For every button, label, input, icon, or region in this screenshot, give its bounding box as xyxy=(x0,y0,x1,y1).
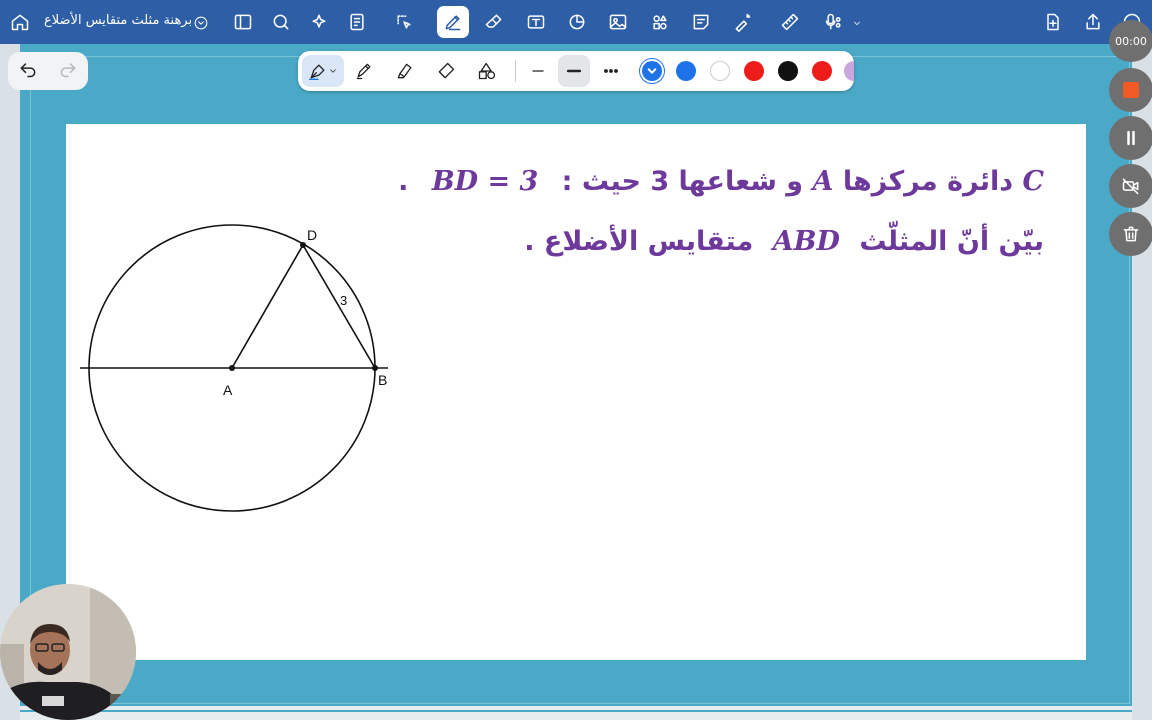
fountain-pen-icon[interactable] xyxy=(302,55,344,87)
pen-toolbar xyxy=(298,51,854,91)
sparkle-icon[interactable] xyxy=(307,10,331,34)
eraser-icon[interactable] xyxy=(482,10,506,34)
circle-name: C xyxy=(1022,166,1045,197)
triangle-name: ABD xyxy=(772,226,840,257)
color-swatch-selected[interactable] xyxy=(642,61,662,81)
problem-text: بيّن أنّ المثلّث xyxy=(859,226,1044,257)
center-name: A xyxy=(812,166,834,197)
given-equation: BD = 3 xyxy=(431,166,539,197)
highlighter-icon[interactable] xyxy=(389,55,421,87)
undo-redo-group xyxy=(8,52,88,90)
problem-text: متقايس الأضلاع . xyxy=(524,226,754,257)
webcam-overlay[interactable] xyxy=(0,584,136,720)
color-swatch-red[interactable] xyxy=(744,61,764,81)
pause-recording-button[interactable] xyxy=(1109,116,1152,160)
note-icon[interactable] xyxy=(345,10,369,34)
stroke-medium-icon[interactable] xyxy=(558,55,590,87)
undo-icon[interactable] xyxy=(18,59,38,83)
pause-icon xyxy=(1127,130,1135,146)
sidebar-icon[interactable] xyxy=(231,10,255,34)
eraser-tool-icon[interactable] xyxy=(430,55,462,87)
home-icon[interactable] xyxy=(8,10,32,34)
problem-text: دائرة مركزها xyxy=(842,166,1014,197)
color-swatch-purple[interactable] xyxy=(844,61,854,81)
color-swatch-red-2[interactable] xyxy=(812,61,832,81)
chevron-down-icon[interactable] xyxy=(194,15,208,30)
lasso-icon[interactable] xyxy=(392,10,416,34)
label-a: A xyxy=(223,382,233,398)
stop-recording-button[interactable] xyxy=(1109,68,1152,112)
segment-ad xyxy=(231,244,304,369)
top-app-bar: برهنة مثلث متقايس الأضلاع xyxy=(0,0,1152,44)
color-swatch-black[interactable] xyxy=(778,61,798,81)
search-icon[interactable] xyxy=(269,10,293,34)
label-bd-length: 3 xyxy=(340,293,347,308)
problem-line-1: C دائرة مركزها A و شعاعها 3 حيث : BD = 3… xyxy=(398,166,1044,197)
pen-tool-icon[interactable] xyxy=(437,6,469,38)
camera-toggle-button[interactable] xyxy=(1109,164,1152,208)
redo-icon[interactable] xyxy=(58,59,78,83)
problem-text: و شعاعها 3 حيث : xyxy=(561,166,804,197)
toolbar-divider xyxy=(515,60,516,82)
microphone-icon[interactable] xyxy=(822,10,846,34)
shapes-icon[interactable] xyxy=(565,10,589,34)
canvas-bottom-strip xyxy=(20,706,1132,720)
add-page-icon[interactable] xyxy=(1041,10,1065,34)
shape-recognition-icon[interactable] xyxy=(471,55,503,87)
chevron-down-icon[interactable] xyxy=(852,15,862,29)
video-off-icon xyxy=(1122,178,1139,195)
app-window: برهنة مثلث متقايس الأضلاع C دائرة مركزها… xyxy=(0,0,1152,720)
label-d: D xyxy=(307,227,317,243)
problem-line-2: بيّن أنّ المثلّث ABD متقايس الأضلاع . xyxy=(524,226,1044,257)
elements-icon[interactable] xyxy=(648,10,672,34)
canvas-bottom-line xyxy=(20,710,1132,712)
point-b-dot xyxy=(372,365,378,371)
delete-recording-button[interactable] xyxy=(1109,212,1152,256)
point-d-dot xyxy=(300,242,306,248)
ruler-icon[interactable] xyxy=(778,10,802,34)
textbox-icon[interactable] xyxy=(524,10,548,34)
sticky-note-icon[interactable] xyxy=(689,10,713,34)
geometry-figure: A B D 3 xyxy=(80,224,388,512)
document-title[interactable]: برهنة مثلث متقايس الأضلاع xyxy=(44,13,192,28)
stop-icon xyxy=(1123,82,1139,98)
segment-db xyxy=(302,244,376,369)
stroke-thin-icon[interactable] xyxy=(522,55,554,87)
point-a-dot xyxy=(229,365,235,371)
label-b: B xyxy=(378,372,387,388)
color-swatch-blue[interactable] xyxy=(676,61,696,81)
image-icon[interactable] xyxy=(606,10,630,34)
stroke-dotted-icon[interactable] xyxy=(595,55,627,87)
laser-pointer-icon[interactable] xyxy=(731,10,755,34)
recording-timer: 00:00 xyxy=(1109,20,1152,62)
trash-icon xyxy=(1123,226,1139,242)
presenter-video-image xyxy=(0,584,136,720)
color-swatch-white[interactable] xyxy=(710,61,730,81)
ballpoint-pen-icon[interactable] xyxy=(348,55,380,87)
share-icon[interactable] xyxy=(1081,10,1105,34)
note-page[interactable]: C دائرة مركزها A و شعاعها 3 حيث : BD = 3… xyxy=(66,124,1086,660)
